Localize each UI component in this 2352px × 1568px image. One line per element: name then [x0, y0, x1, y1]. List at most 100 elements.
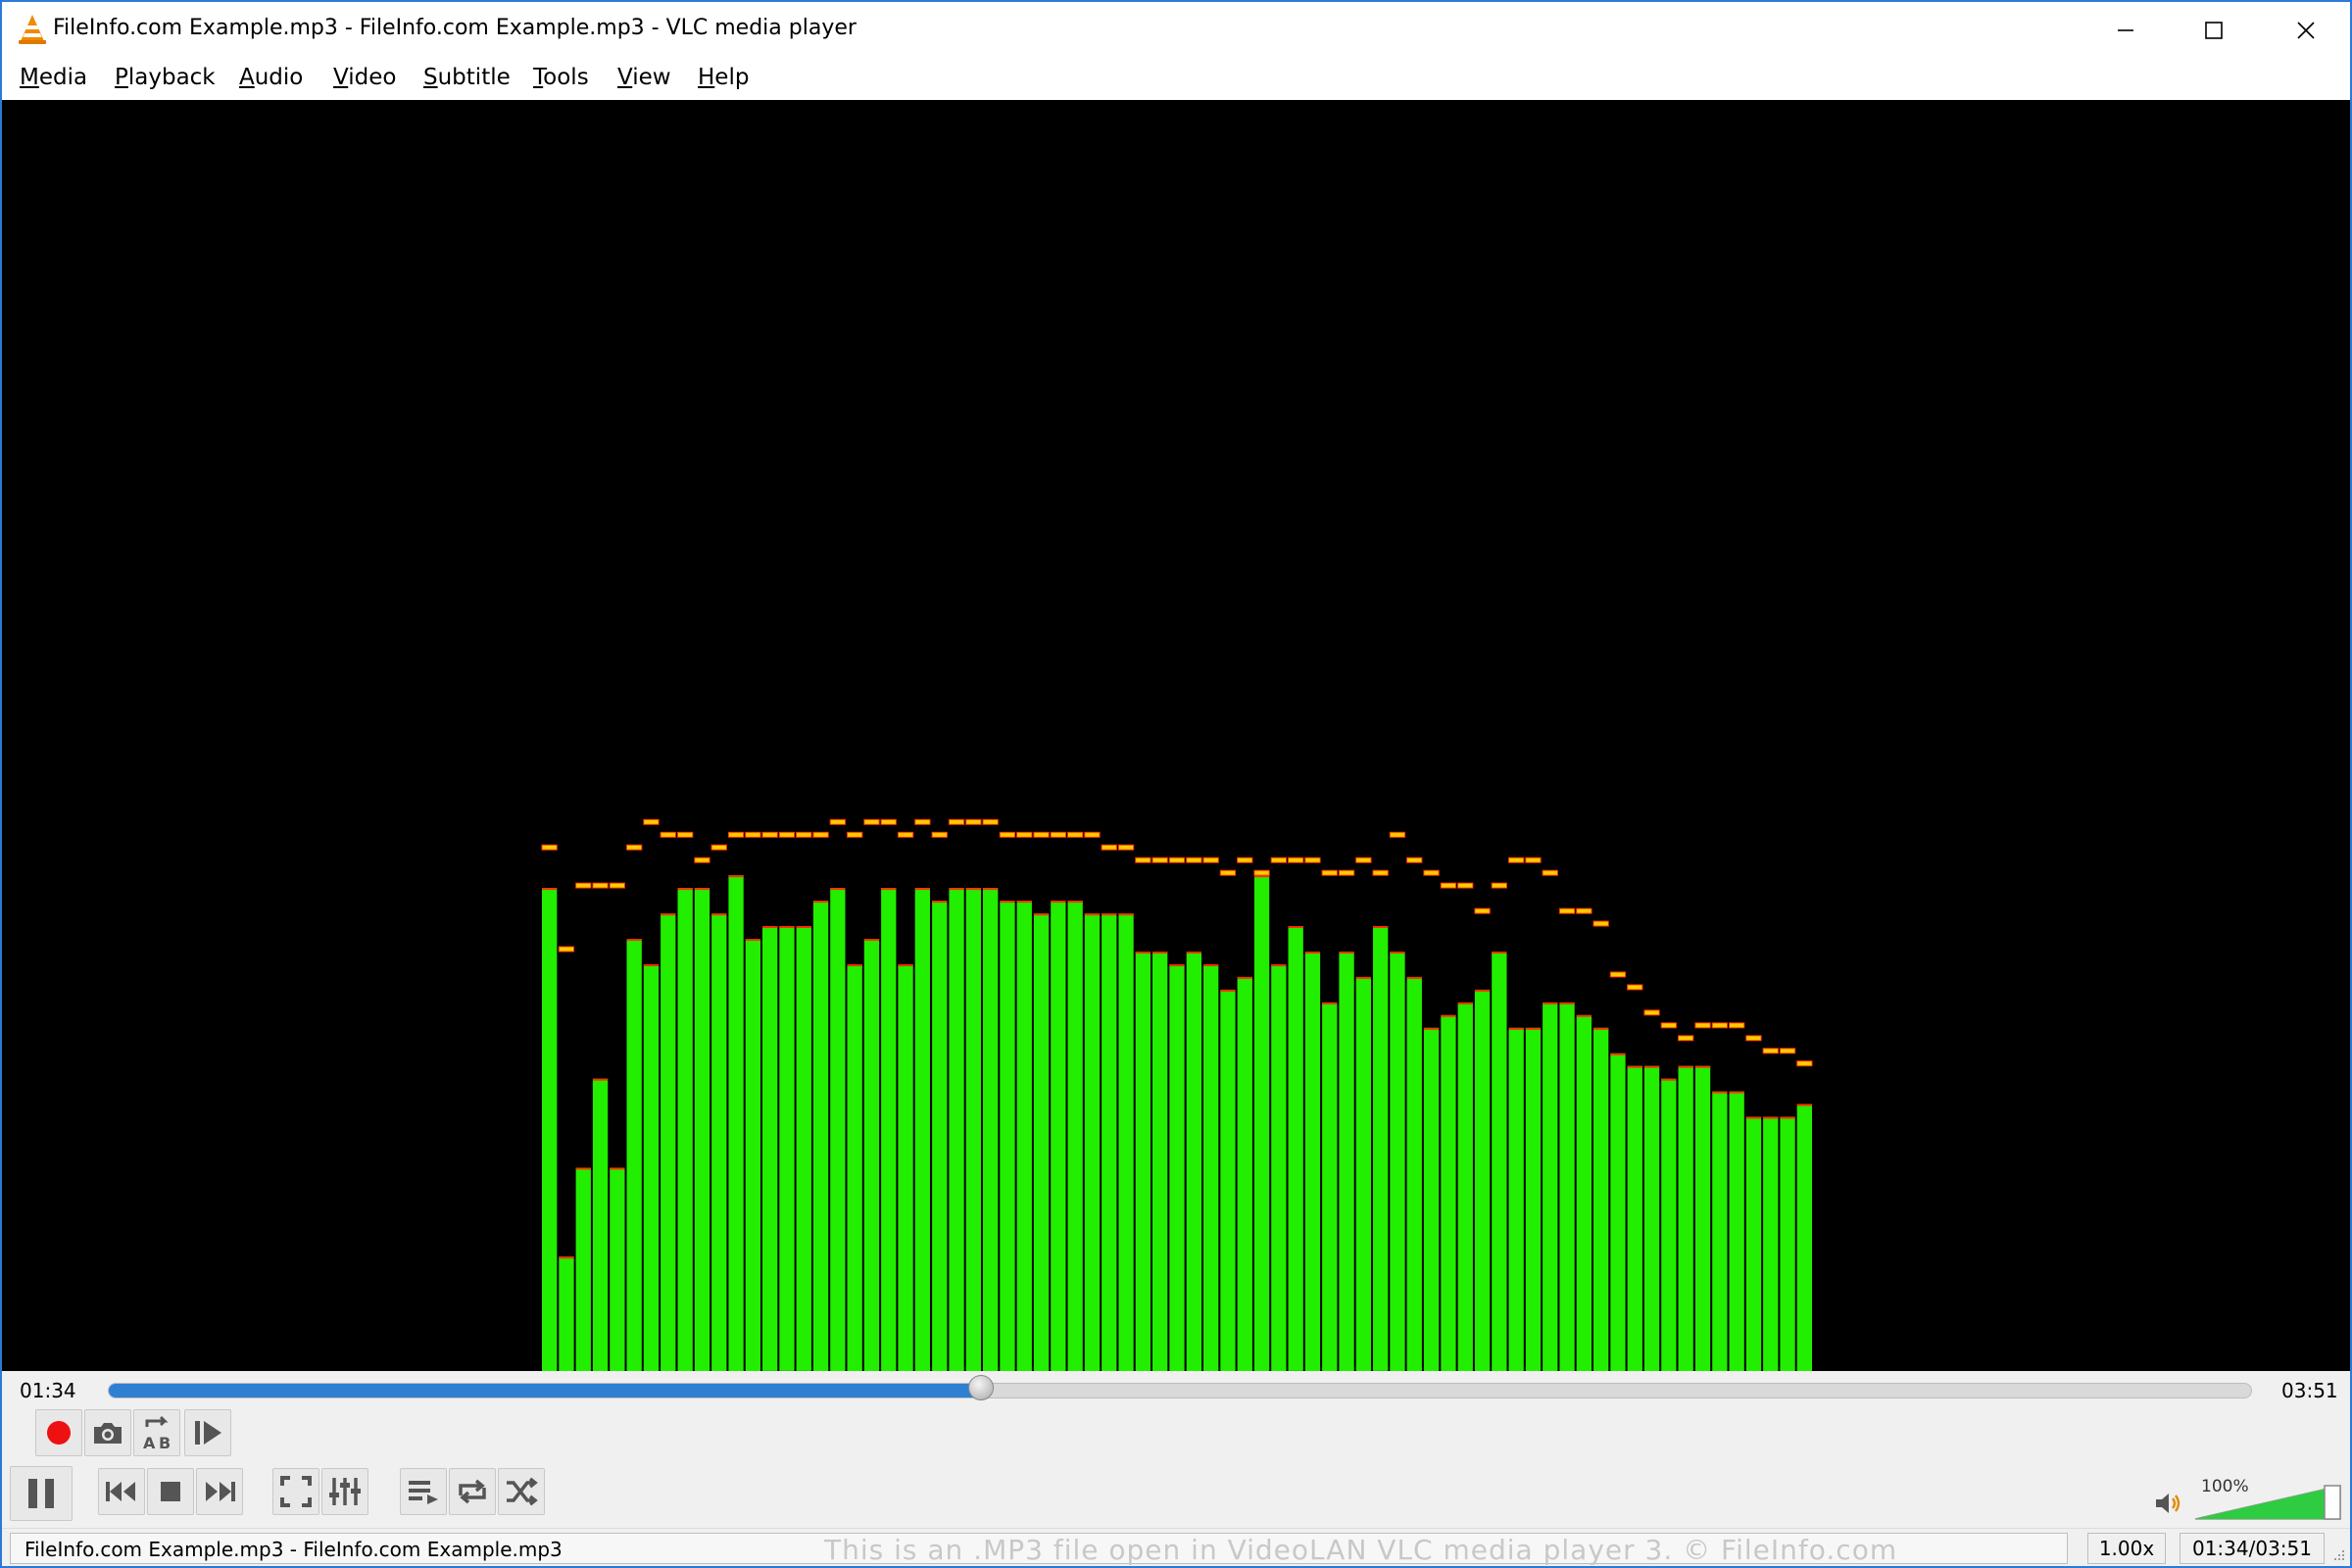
- fullscreen-button[interactable]: [272, 1468, 319, 1515]
- menu-video[interactable]: Video: [333, 65, 396, 90]
- spectrum-peak: [1186, 857, 1202, 863]
- spectrum-bar-edge: [745, 939, 760, 941]
- spectrum-bar: [1355, 976, 1371, 1371]
- spectrum-bar: [1220, 989, 1236, 1371]
- spectrum-bar-edge: [1508, 1027, 1524, 1030]
- status-time[interactable]: 01:34/03:51: [2180, 1533, 2325, 1564]
- stop-button[interactable]: [147, 1468, 194, 1515]
- extended-settings-button[interactable]: [321, 1468, 368, 1515]
- spectrum-bar-edge: [1423, 1027, 1440, 1030]
- spectrum-bar-edge: [1322, 1002, 1338, 1004]
- menu-help[interactable]: Help: [698, 65, 749, 90]
- spectrum-peak: [1168, 857, 1186, 863]
- maximize-button[interactable]: [2170, 2, 2258, 59]
- menu-tools[interactable]: Tools: [533, 65, 589, 90]
- spectrum-bar: [1678, 1065, 1693, 1371]
- elapsed-time[interactable]: 01:34: [20, 1379, 76, 1402]
- seek-handle[interactable]: [967, 1375, 994, 1400]
- spectrum-peak: [1084, 831, 1101, 838]
- total-time[interactable]: 03:51: [2281, 1379, 2338, 1402]
- spectrum-peak: [1491, 882, 1507, 889]
- spectrum-peak: [1016, 831, 1033, 838]
- menu-subtitle[interactable]: Subtitle: [423, 65, 511, 90]
- spectrum-bar-edge: [881, 888, 897, 891]
- spectrum-bar: [1627, 1065, 1642, 1371]
- spectrum-peak: [558, 946, 575, 953]
- spectrum-bar-edge: [1067, 901, 1083, 904]
- menu-audio[interactable]: Audio: [239, 65, 303, 90]
- ab-loop-icon: AB: [143, 1415, 171, 1452]
- spectrum-bar: [863, 939, 880, 1371]
- seek-bar[interactable]: [108, 1383, 2252, 1398]
- spectrum-peak: [727, 831, 745, 838]
- spectrum-peak: [1033, 831, 1050, 838]
- spectrum-peak: [778, 831, 796, 838]
- next-button[interactable]: [196, 1468, 243, 1515]
- spectrum-bar-edge: [1559, 1002, 1575, 1004]
- spectrum-bar-edge: [1304, 952, 1321, 954]
- pause-button[interactable]: [10, 1466, 73, 1521]
- spectrum-peak: [1711, 1022, 1728, 1029]
- spectrum-peak: [1389, 831, 1406, 838]
- spectrum-peak: [1729, 1022, 1745, 1029]
- spectrum-bar: [1457, 1002, 1473, 1371]
- playback-speed[interactable]: 1.00x: [2087, 1533, 2166, 1564]
- menu-media[interactable]: Media: [20, 65, 87, 90]
- spectrum-bar: [643, 964, 660, 1371]
- spectrum-peak: [1576, 907, 1592, 914]
- volume-slider[interactable]: [2193, 1472, 2342, 1521]
- spectrum-bar-edge: [1406, 976, 1422, 979]
- spectrum-bar-edge: [592, 1078, 609, 1081]
- spectrum-bar-edge: [1390, 952, 1405, 954]
- status-file-name: FileInfo.com Example.mp3 - FileInfo.com …: [24, 1538, 563, 1561]
- skip-next-icon: [206, 1482, 235, 1501]
- frame-step-button[interactable]: [184, 1409, 231, 1456]
- spectrum-bar-edge: [779, 926, 795, 928]
- spectrum-peak: [847, 831, 863, 838]
- video-area[interactable]: [2, 100, 2350, 1371]
- spectrum-peak: [1321, 869, 1338, 876]
- ab-loop-button[interactable]: AB: [133, 1409, 180, 1456]
- spectrum-bar: [949, 888, 964, 1371]
- spectrum-bar: [1423, 1027, 1440, 1371]
- spectrum-bar-edge: [1169, 964, 1185, 966]
- spectrum-peak: [863, 818, 880, 825]
- maximize-icon: [2205, 22, 2223, 39]
- spectrum-bar-edge: [1000, 901, 1015, 904]
- spectrum-peak: [897, 831, 914, 838]
- spectrum-bar-edge: [1796, 1103, 1812, 1106]
- spectrum-bar: [1288, 926, 1303, 1371]
- spectrum-bar: [796, 926, 811, 1371]
- spectrum-bar-edge: [1780, 1116, 1795, 1119]
- spectrum-peak: [1304, 857, 1321, 863]
- spectrum-peak: [965, 818, 982, 825]
- close-button[interactable]: [2262, 2, 2350, 59]
- spectrum-bar-edge: [762, 926, 778, 928]
- menu-view[interactable]: View: [617, 65, 671, 90]
- spectrum-peak: [1542, 869, 1558, 876]
- spectrum-bar: [1492, 952, 1507, 1371]
- loop-button[interactable]: [449, 1468, 496, 1515]
- spectrum-bar-edge: [965, 888, 981, 891]
- spectrum-peak: [1745, 1035, 1762, 1042]
- menu-playback[interactable]: Playback: [115, 65, 216, 90]
- minimize-button[interactable]: [2082, 2, 2170, 59]
- record-button[interactable]: [35, 1409, 82, 1456]
- spectrum-bar: [694, 888, 710, 1371]
- playlist-button[interactable]: [400, 1468, 447, 1515]
- spectrum-peak: [1762, 1048, 1779, 1054]
- spectrum-peak: [1457, 882, 1474, 889]
- spectrum-peak: [1253, 869, 1270, 876]
- resize-grip-icon[interactable]: [2328, 1544, 2346, 1562]
- vlc-cone-icon: [19, 15, 46, 44]
- spectrum-peak: [1237, 857, 1253, 863]
- spectrum-bar: [1508, 1027, 1524, 1371]
- speaker-icon[interactable]: [2154, 1490, 2183, 1517]
- spectrum-bar: [914, 888, 930, 1371]
- spectrum-peak: [1525, 857, 1542, 863]
- shuffle-button[interactable]: [498, 1468, 545, 1515]
- snapshot-button[interactable]: [84, 1409, 131, 1456]
- spectrum-peak: [982, 818, 999, 825]
- previous-button[interactable]: [98, 1468, 145, 1515]
- spectrum-peak: [880, 818, 897, 825]
